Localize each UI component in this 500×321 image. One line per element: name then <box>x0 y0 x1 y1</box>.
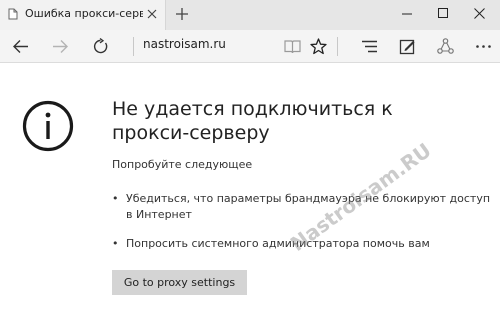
maximize-icon[interactable] <box>438 8 448 18</box>
error-subtitle: Попробуйте следующее <box>112 158 253 171</box>
title-bar: Ошибка прокси-сервер <box>0 0 500 30</box>
address-divider <box>133 37 134 56</box>
proxy-settings-button[interactable]: Go to proxy settings <box>112 270 247 295</box>
address-bar[interactable]: nastroisam.ru <box>143 37 226 51</box>
new-tab-icon[interactable] <box>176 8 188 20</box>
info-icon <box>22 100 74 152</box>
page-icon <box>8 8 18 20</box>
refresh-icon[interactable] <box>92 38 109 55</box>
close-tab-icon[interactable] <box>147 9 157 19</box>
web-note-icon[interactable] <box>399 38 416 55</box>
more-options-icon[interactable] <box>475 38 492 55</box>
hub-icon[interactable] <box>361 38 378 55</box>
reading-view-icon[interactable] <box>284 38 301 55</box>
tab-title: Ошибка прокси-сервер <box>25 7 143 20</box>
browser-tab[interactable]: Ошибка прокси-сервер <box>0 0 166 30</box>
favorite-star-icon[interactable] <box>310 38 327 55</box>
share-icon[interactable] <box>437 38 454 55</box>
minimize-icon[interactable] <box>402 9 412 19</box>
toolbar-divider <box>337 37 338 56</box>
close-window-icon[interactable] <box>474 8 485 19</box>
list-item: Убедиться, что параметры брандмауэра не … <box>112 191 492 223</box>
toolbar: nastroisam.ru <box>0 30 500 63</box>
error-heading: Не удается подключиться к прокси-серверу <box>112 98 393 144</box>
forward-arrow-icon[interactable] <box>52 38 69 55</box>
back-arrow-icon[interactable] <box>12 38 29 55</box>
